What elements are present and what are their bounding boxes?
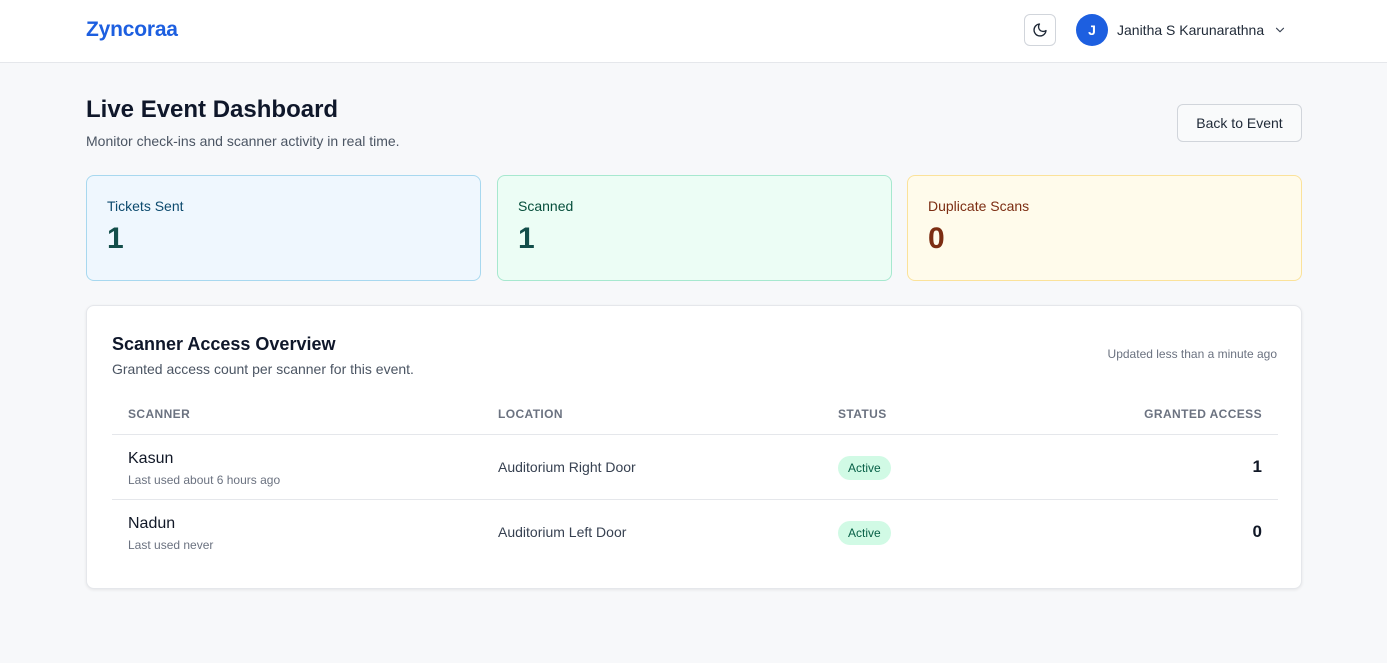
avatar: J xyxy=(1076,14,1108,46)
stat-card-duplicate-scans: Duplicate Scans 0 xyxy=(907,175,1302,281)
stat-value: 0 xyxy=(928,222,945,255)
card-subtitle: Granted access count per scanner for thi… xyxy=(112,361,414,377)
table-row[interactable]: Nadun Last used never Auditorium Left Do… xyxy=(112,500,1278,565)
scanner-access-card: Scanner Access Overview Granted access c… xyxy=(86,305,1302,589)
table-header: SCANNER LOCATION STATUS GRANTED ACCESS xyxy=(112,402,1278,435)
scanner-name: Nadun xyxy=(128,515,176,532)
card-title: Scanner Access Overview xyxy=(112,334,336,354)
moon-icon xyxy=(1033,23,1047,37)
brand-logo[interactable]: Zyncoraa xyxy=(86,18,178,42)
back-to-event-button[interactable]: Back to Event xyxy=(1177,104,1302,142)
table-row[interactable]: Kasun Last used about 6 hours ago Audito… xyxy=(112,435,1278,500)
user-menu[interactable]: J Janitha S Karunarathna xyxy=(1076,14,1287,46)
page-subtitle: Monitor check-ins and scanner activity i… xyxy=(86,133,400,149)
theme-toggle-button[interactable] xyxy=(1024,14,1056,46)
column-header-scanner[interactable]: SCANNER xyxy=(128,407,190,421)
user-name: Janitha S Karunarathna xyxy=(1117,22,1265,38)
stat-label: Scanned xyxy=(518,198,574,214)
chevron-down-icon xyxy=(1273,23,1287,37)
top-navbar: Zyncoraa J Janitha S Karunarathna xyxy=(0,0,1387,63)
page-title: Live Event Dashboard xyxy=(86,96,339,123)
stat-value: 1 xyxy=(518,222,535,255)
scanner-last-used: Last used never xyxy=(128,538,214,552)
status-badge: Active xyxy=(838,521,891,545)
scanner-location: Auditorium Right Door xyxy=(498,459,636,475)
scanner-last-used: Last used about 6 hours ago xyxy=(128,473,281,487)
column-header-location[interactable]: LOCATION xyxy=(498,407,563,421)
scanner-location: Auditorium Left Door xyxy=(498,524,627,540)
column-header-status[interactable]: STATUS xyxy=(838,407,887,421)
stat-card-scanned: Scanned 1 xyxy=(497,175,892,281)
updated-timestamp: Updated less than a minute ago xyxy=(1107,347,1277,361)
granted-access-count: 1 xyxy=(1252,457,1262,476)
granted-access-count: 0 xyxy=(1252,522,1262,541)
scanner-name: Kasun xyxy=(128,450,174,467)
status-badge: Active xyxy=(838,456,891,480)
stat-label: Tickets Sent xyxy=(107,198,184,214)
stat-value: 1 xyxy=(107,222,124,255)
column-header-granted-access[interactable]: GRANTED ACCESS xyxy=(1144,407,1262,421)
stat-card-tickets-sent: Tickets Sent 1 xyxy=(86,175,481,281)
stat-label: Duplicate Scans xyxy=(928,198,1030,214)
